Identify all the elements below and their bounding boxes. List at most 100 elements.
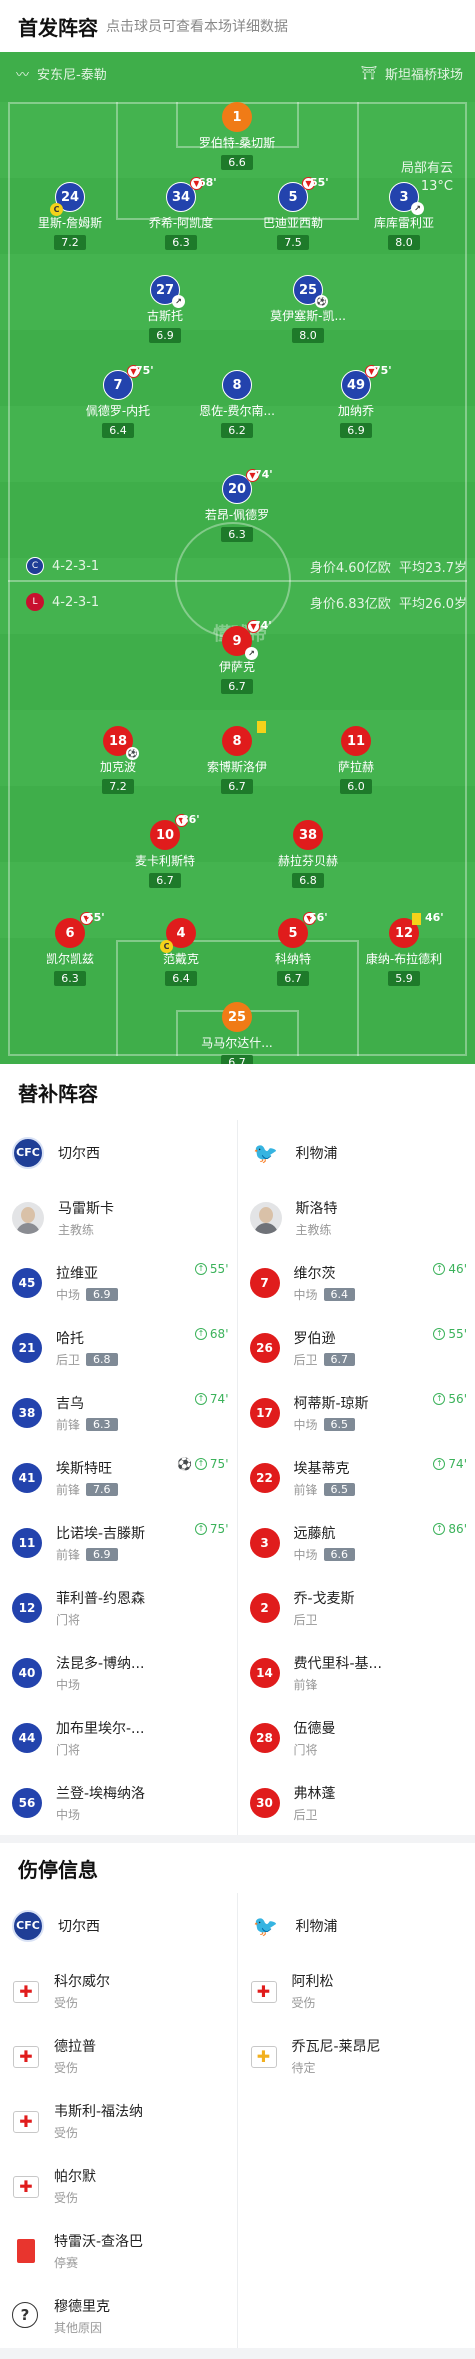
injury-item[interactable]: ? 穆德里克 其他原因 [0,2283,237,2348]
player-name: 佩德罗-内托 [85,404,151,418]
player-away-lw[interactable]: 18 ⚽ 加克波 7.2 [58,726,178,794]
injury-item[interactable]: ✚ 科尔威尔 受伤 [0,1958,237,2023]
injuries-home-team[interactable]: CFC 切尔西 [0,1893,237,1958]
player-home-am[interactable]: 8 恩佐-费尔南... 6.2 [177,370,297,438]
player-number: 45 [12,1267,42,1298]
player-name: 加克波 [99,760,136,774]
player-home-rw[interactable]: 7 ▼ 75' 佩德罗-内托 6.4 [58,364,178,438]
player-number: 25 [298,282,318,298]
list-item[interactable]: 45 拉维亚 中场 6.9 ↑ 55' [0,1250,237,1315]
player-position: 前锋 [56,1547,81,1562]
player-position: 门将 [293,1742,318,1757]
player-rating: 6.3 [165,235,197,250]
player-away-rw[interactable]: 11 萨拉赫 6.0 [296,726,416,794]
home-info: 〰 安东尼-泰勒 [16,64,107,83]
sub-in-time: ↑ 74' [433,1457,467,1471]
list-item[interactable]: 14 费代里科-基... 前锋 [238,1640,475,1705]
injury-status: 受伤 [291,1995,316,2010]
list-item[interactable]: 41 埃斯特旺 前锋 7.6 ⚽ ↑ 75' [0,1445,237,1510]
list-item[interactable]: 40 法昆多-博纳... 中场 [0,1640,237,1705]
player-away-am[interactable]: 8 索博斯洛伊 6.7 [177,721,297,794]
coach-row[interactable]: 斯洛特 主教练 [238,1185,475,1250]
list-item[interactable]: 2 乔-戈麦斯 后卫 [238,1575,475,1640]
injury-item[interactable]: ✚ 德拉普 受伤 [0,2023,237,2088]
sub-minute: 55' [86,911,105,924]
player-home-cb2[interactable]: 5 ▼ 55' 巴迪亚西勒 7.5 [233,176,353,250]
subs-away-team[interactable]: 🐦 利物浦 [238,1120,475,1185]
player-number: 8 [222,370,252,400]
list-item[interactable]: 7 维尔茨 中场 6.4 ↑ 46' [238,1250,475,1315]
medical-kit-icon: ✚ [12,2042,40,2070]
subs-home-team[interactable]: CFC 切尔西 [0,1120,237,1185]
medical-kit-icon: ✚ [250,1977,278,2005]
player-name: 乔瓦尼-莱昂尼 [291,2038,381,2055]
away-formation-row: L 4-2-3-1 [26,593,99,611]
player-rating: 6.7 [221,779,253,794]
player-away-cb1[interactable]: 4C 范戴克 6.4 [121,918,241,986]
player-away-st[interactable]: 9 ▼ 74' ↗ 伊萨克 6.7 [177,619,297,694]
player-away-gk[interactable]: 25 马马尔达什... 6.7 [177,1002,297,1064]
player-home-gk[interactable]: 1 罗伯特-桑切斯 6.6 [177,102,297,170]
player-number: 30 [249,1787,280,1818]
chelsea-logo-icon: CFC [12,1136,44,1169]
player-home-lb[interactable]: 3 ↗ 库库雷利亚 8.0 [344,182,464,250]
player-name: 远藤航 [293,1525,336,1542]
player-home-cb1[interactable]: 34 ▼ 68' 乔希-阿凯度 6.3 [121,176,241,250]
injuries-table: CFC 切尔西 ✚ 科尔威尔 受伤 ✚ 德拉普 受伤 ✚ 韦斯利-福法纳 受伤 ✚ 帕… [0,1893,475,2348]
player-rating: 6.7 [221,1055,253,1064]
list-item[interactable]: 11 比诺埃-吉滕斯 前锋 6.9 ↑ 75' [0,1510,237,1575]
liverpool-logo-icon: 🐦 [249,1136,282,1169]
list-item[interactable]: 38 吉乌 前锋 6.3 ↑ 74' [0,1380,237,1445]
player-number: 5 [288,189,298,205]
player-away-lb[interactable]: 6 ▼ 55' 凯尔凯兹 6.3 [10,911,130,986]
list-item[interactable]: 56 兰登-埃梅纳洛 中场 [0,1770,237,1835]
player-rating: 7.5 [277,235,309,250]
player-home-lw[interactable]: 49 ▼ 75' 加纳乔 6.9 [296,364,416,438]
red-card-icon [12,2237,40,2265]
player-number: 6 [65,925,75,941]
player-name: 帕尔默 [54,2168,96,2185]
player-position: 中场 [293,1547,318,1562]
player-position: 门将 [56,1612,81,1627]
list-item[interactable]: 26 罗伯逊 后卫 6.7 ↑ 55' [238,1315,475,1380]
list-item[interactable]: 44 加布里埃尔-... 门将 [0,1705,237,1770]
injury-item[interactable]: ✚ 乔瓦尼-莱昂尼 待定 [238,2023,475,2088]
sub-in-time: ↑ 55' [194,1262,229,1276]
injury-item[interactable]: 特雷沃-查洛巴 停赛 [0,2218,237,2283]
player-home-st[interactable]: 20 ▼ 74' 若昂-佩德罗 6.3 [177,468,297,542]
player-name: 库库雷利亚 [373,216,434,230]
sub-minute: 86' [181,813,200,826]
list-item[interactable]: 17 柯蒂斯-琼斯 中场 6.5 ↑ 56' [238,1380,475,1445]
injury-item[interactable]: ✚ 帕尔默 受伤 [0,2153,237,2218]
list-item[interactable]: 21 哈托 后卫 6.8 ↑ 68' [0,1315,237,1380]
list-item[interactable]: 30 弗林蓬 后卫 [238,1770,475,1835]
assist-icon: ↗ [411,202,424,215]
list-item[interactable]: 12 菲利普-约恩森 门将 [0,1575,237,1640]
coach-row[interactable]: 马雷斯卡 主教练 [0,1185,237,1250]
injury-item[interactable]: ✚ 阿利松受伤 [238,1958,475,2023]
avatar [12,1201,44,1234]
player-name: 恩佐-费尔南... [199,404,275,418]
player-away-dm1[interactable]: 10 ▼ 86' 麦卡利斯特 6.7 [105,813,225,888]
sub-minute: 74' [254,468,273,481]
player-away-dm2[interactable]: 38 赫拉芬贝赫 6.8 [248,820,368,888]
player-home-dm2[interactable]: 25 ⚽ 莫伊塞斯-凯... 8.0 [248,275,368,343]
player-away-rb[interactable]: 12 46' 康纳-布拉德利 5.9 [344,911,464,986]
injuries-away-team[interactable]: 🐦 利物浦 [238,1893,475,1958]
player-number: 7 [249,1267,280,1298]
coach-name: 马雷斯卡 [58,1200,114,1217]
injury-item[interactable]: ✚ 韦斯利-福法纳 受伤 [0,2088,237,2153]
medical-kit-doubtful-icon: ✚ [250,2042,278,2070]
sub-in-icon: ↑ [194,1523,207,1535]
player-home-rb[interactable]: 24 C 里斯-詹姆斯 7.2 [10,182,130,250]
player-away-cb2[interactable]: 5 ▼ 56' 科纳特 6.7 [233,911,353,986]
player-name: 阿利松 [291,1973,334,1990]
list-item[interactable]: 28 伍德曼 门将 [238,1705,475,1770]
player-number: 26 [249,1332,280,1363]
list-item[interactable]: 22 埃基蒂克 前锋 6.5 ↑ 74' [238,1445,475,1510]
injury-status: 停赛 [54,2255,79,2270]
player-number: 44 [12,1722,42,1753]
player-number: 14 [249,1657,280,1688]
player-home-dm1[interactable]: 27 ↗ 古斯托 6.9 [105,275,225,343]
list-item[interactable]: 3 远藤航 中场 6.6 ↑ 86' [238,1510,475,1575]
